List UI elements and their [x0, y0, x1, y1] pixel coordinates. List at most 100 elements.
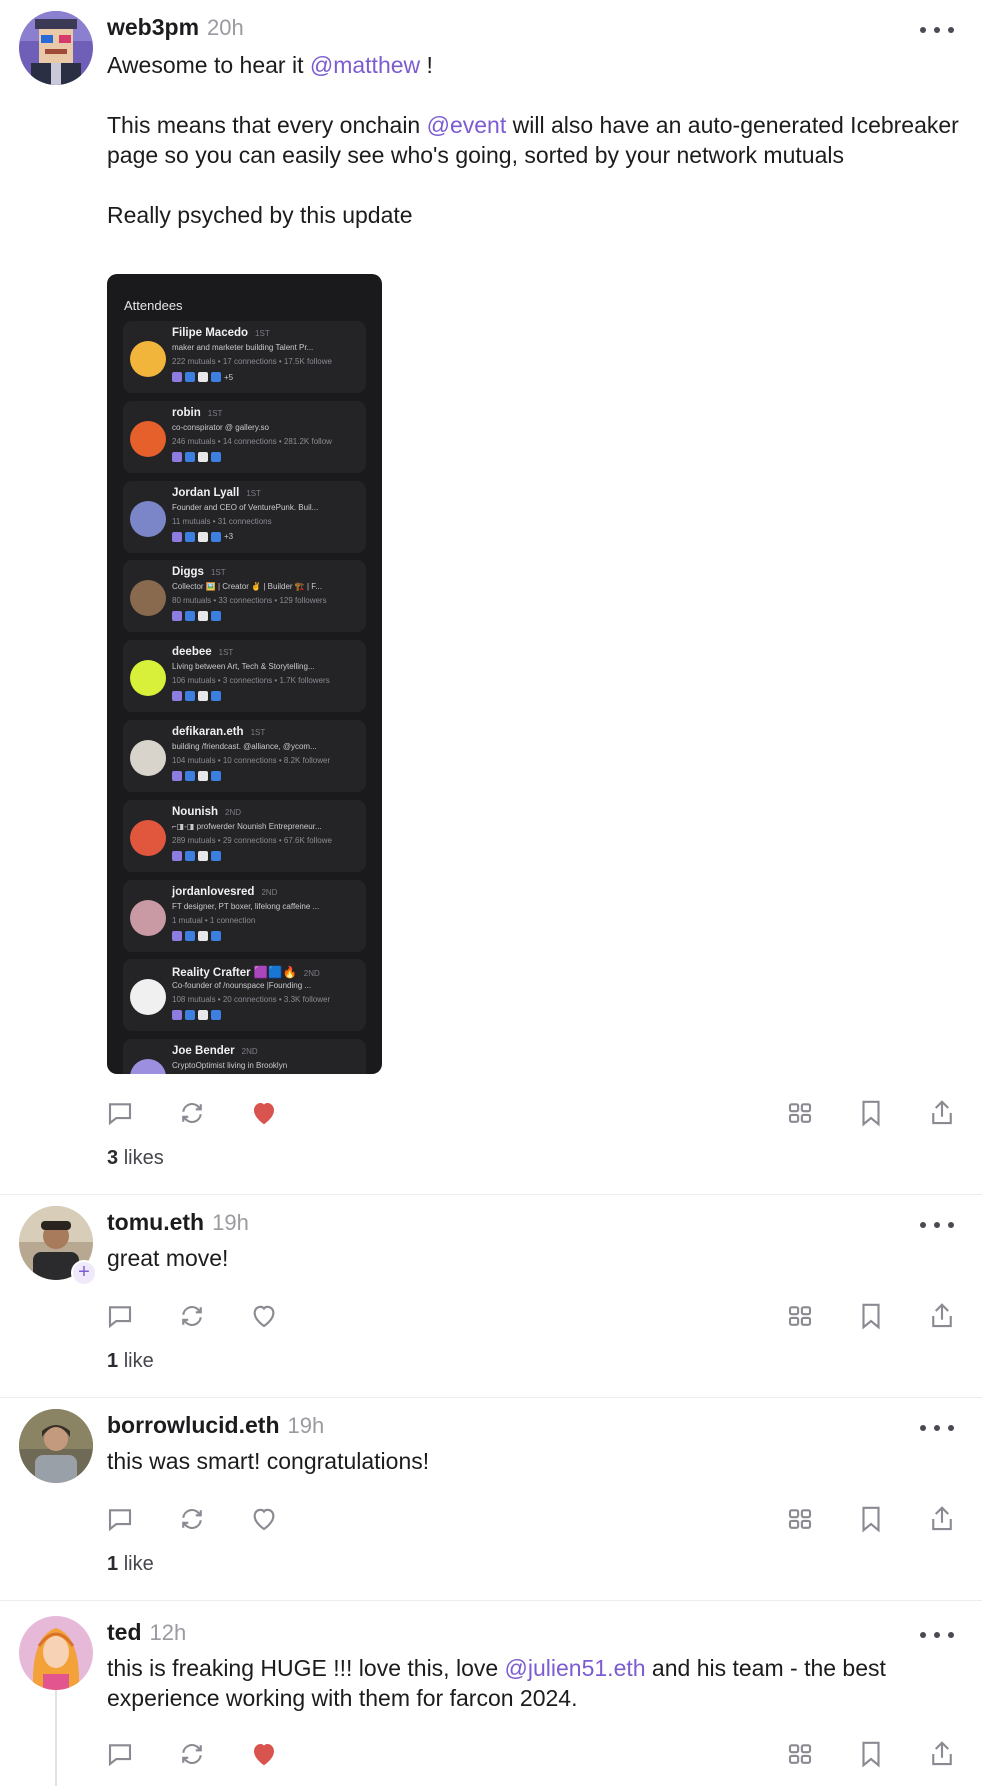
dot-icon: [948, 27, 954, 33]
likes-label: like: [123, 1553, 154, 1575]
text-span: This means that every onchain: [107, 112, 427, 138]
attendee-card[interactable]: Nounish 2ND ⌐◨-◨ profwerder Nounish Entrep…: [123, 799, 366, 872]
dot-icon: [934, 1632, 940, 1638]
share-button[interactable]: [922, 1734, 962, 1774]
farcaster-icon: [172, 531, 182, 542]
text-span: Really psyched by this update: [107, 202, 413, 228]
bookmark-button[interactable]: [851, 1734, 891, 1774]
username[interactable]: borrowlucid.eth: [107, 1412, 280, 1439]
add-to-collection-button[interactable]: [780, 1296, 820, 1336]
share-button[interactable]: [922, 1296, 962, 1336]
heart-outline-icon: [253, 1508, 275, 1531]
text-span: !: [420, 52, 433, 78]
heart-outline-icon: [253, 1305, 275, 1328]
attendee-card[interactable]: Reality Crafter 🟪🟦🔥 2ND Co-founder of /nou…: [123, 959, 366, 1032]
more-options-button[interactable]: [920, 1215, 954, 1235]
timestamp[interactable]: 19h: [288, 1413, 325, 1439]
dot-icon: [948, 1425, 954, 1431]
add-to-collection-button[interactable]: [780, 1734, 820, 1774]
post-tomu: + tomu.eth 19h great move! 1 like: [0, 1195, 982, 1398]
attendee-name-text: jordanlovesred: [172, 885, 255, 898]
username[interactable]: ted: [107, 1619, 142, 1646]
ethereum-icon: [211, 1010, 221, 1021]
linkedin-icon: [185, 771, 195, 781]
attendee-name: jordanlovesred 2ND: [172, 886, 277, 898]
attendee-card[interactable]: defikaran.eth 1ST building /friendcast. @a…: [123, 720, 366, 792]
recast-button[interactable]: [172, 1093, 212, 1133]
bookmark-icon: [862, 1303, 880, 1330]
ethereum-icon: [211, 771, 221, 781]
more-options-button[interactable]: [920, 1418, 954, 1438]
like-button[interactable]: [244, 1296, 284, 1336]
farcaster-icon: [172, 771, 182, 781]
bookmark-button[interactable]: [851, 1499, 891, 1539]
attendee-avatar: [130, 899, 166, 936]
attendee-card[interactable]: Filipe Macedo 1ST maker and marketer build…: [123, 321, 366, 393]
like-button[interactable]: [244, 1093, 284, 1133]
linkedin-icon: [185, 691, 195, 702]
bookmark-button[interactable]: [851, 1296, 891, 1336]
attendee-card[interactable]: Diggs 1ST Collector 🖼️ | Creator ✌️ | Buil…: [123, 560, 366, 633]
more-options-button[interactable]: [920, 20, 954, 40]
recast-button[interactable]: [172, 1734, 212, 1774]
share-button[interactable]: [922, 1093, 962, 1133]
attendee-social-icons: [172, 611, 224, 622]
embedded-image[interactable]: Attendees Filipe Macedo 1ST maker and mark…: [107, 274, 382, 1074]
mention-link[interactable]: @event: [427, 112, 507, 138]
reply-button[interactable]: [100, 1296, 140, 1336]
farcaster-icon: [172, 451, 182, 462]
avatar[interactable]: [19, 1616, 93, 1690]
grid-icon: [788, 1509, 812, 1529]
bookmark-button[interactable]: [851, 1093, 891, 1133]
attendee-card[interactable]: Jordan Lyall 1ST Founder and CEO of Ventur…: [123, 480, 366, 553]
attendee-name-text: Diggs: [172, 566, 204, 579]
timestamp[interactable]: 12h: [150, 1620, 187, 1646]
attendee-social-icons: +5: [172, 372, 233, 382]
username[interactable]: tomu.eth: [107, 1209, 204, 1236]
reply-button[interactable]: [100, 1734, 140, 1774]
likes-count[interactable]: 1 like: [107, 1553, 154, 1576]
username[interactable]: web3pm: [107, 14, 199, 41]
comment-icon: [108, 1509, 132, 1532]
add-to-collection-button[interactable]: [780, 1499, 820, 1539]
attendee-degree: 1ST: [218, 648, 234, 658]
follow-button[interactable]: +: [71, 1260, 97, 1286]
add-to-collection-button[interactable]: [780, 1093, 820, 1133]
attendee-card[interactable]: jordanlovesred 2ND FT designer, PT boxer, …: [123, 879, 366, 952]
attendee-bio: Founder and CEO of VenturePunk. Buil...: [172, 502, 319, 512]
attendee-card[interactable]: robin 1ST co-conspirator @ gallery.so 246 m…: [123, 400, 366, 473]
mention-link[interactable]: @matthew: [310, 52, 420, 78]
attendee-avatar: [130, 341, 166, 377]
share-button[interactable]: [922, 1499, 962, 1539]
attendee-card[interactable]: Joe Bender 2ND CryptoOptimist living in Br…: [123, 1039, 366, 1074]
linkedin-icon: [185, 930, 195, 941]
attendee-card[interactable]: deebee 1ST Living between Art, Tech & Stor…: [123, 640, 366, 713]
timestamp[interactable]: 19h: [212, 1210, 249, 1236]
reply-button[interactable]: [100, 1093, 140, 1133]
like-button[interactable]: [244, 1499, 284, 1539]
reply-button[interactable]: [100, 1499, 140, 1539]
mention-link[interactable]: @julien51.eth: [505, 1655, 646, 1681]
recast-button[interactable]: [172, 1499, 212, 1539]
attendee-name: defikaran.eth 1ST: [172, 726, 265, 738]
comment-icon: [108, 1306, 132, 1329]
avatar[interactable]: [19, 11, 93, 85]
post-borrowlucid: borrowlucid.eth 19h this was smart! cong…: [0, 1398, 982, 1601]
avatar[interactable]: [19, 1409, 93, 1483]
post-text: this was smart! congratulations!: [107, 1448, 430, 1474]
attendee-name-text: Filipe Macedo: [172, 327, 249, 339]
likes-count[interactable]: 1 like: [107, 1350, 154, 1373]
attendee-stats: 104 mutuals • 10 connections • 8.2K foll…: [172, 756, 331, 765]
x-icon: [198, 850, 208, 861]
recast-button[interactable]: [172, 1296, 212, 1336]
like-button[interactable]: [244, 1734, 284, 1774]
timestamp[interactable]: 20h: [207, 15, 244, 41]
dot-icon: [934, 1222, 940, 1228]
linkedin-icon: [185, 611, 195, 622]
dot-icon: [934, 27, 940, 33]
recast-icon: [182, 1306, 202, 1326]
share-icon: [932, 1100, 952, 1125]
more-options-button[interactable]: [920, 1625, 954, 1645]
attendee-degree: 2ND: [261, 887, 278, 897]
likes-count[interactable]: 3 likes: [107, 1147, 164, 1170]
